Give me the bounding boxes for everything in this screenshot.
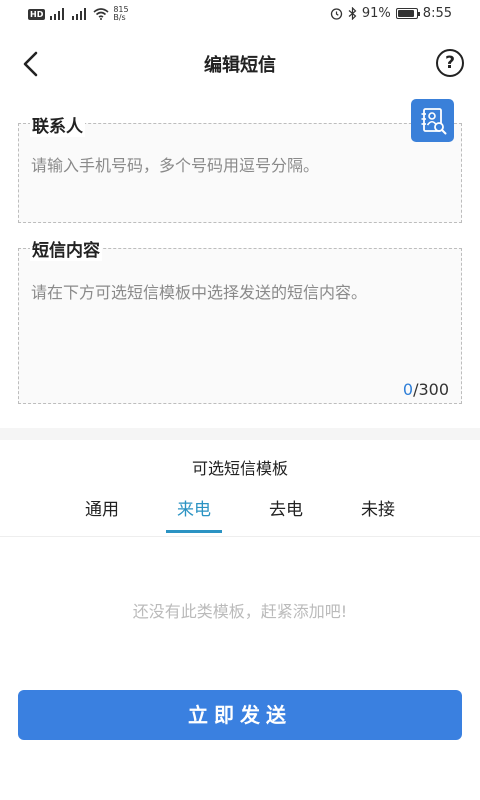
content-placeholder: 请在下方可选短信模板中选择发送的短信内容。 [31, 283, 368, 302]
content-label: 短信内容 [30, 236, 102, 261]
templates-title: 可选短信模板 [191, 459, 288, 478]
tabs-divider [0, 536, 480, 537]
send-now-button[interactable]: 立即发送 [18, 690, 462, 740]
contact-input[interactable]: 请输入手机号码，多个号码用逗号分隔。 [18, 123, 462, 223]
help-button[interactable]: ? [436, 49, 464, 77]
char-counter: 0/300 [403, 380, 449, 399]
question-icon: ? [445, 53, 455, 73]
wifi-icon [93, 8, 109, 20]
header: 编辑短信 ? [0, 36, 480, 92]
net-speed: 815 B/s [113, 6, 128, 22]
status-bar: HD 815 B/s 91% 8:55 [0, 0, 480, 30]
signal-icon [72, 8, 87, 20]
signal-icon [50, 8, 65, 20]
status-left: HD 815 B/s [28, 6, 129, 22]
contact-placeholder: 请输入手机号码，多个号码用逗号分隔。 [31, 156, 320, 175]
char-count-current: 0 [402, 380, 414, 399]
contact-label: 联系人 [30, 112, 85, 137]
char-count-max: /300 [413, 380, 449, 399]
template-tabs: 通用 来电 去电 未接 [56, 496, 436, 536]
alarm-icon [330, 8, 343, 20]
battery-percent: 91% [361, 6, 391, 21]
tab-incoming[interactable]: 来电 [148, 496, 240, 536]
message-content-input[interactable]: 请在下方可选短信模板中选择发送的短信内容。 0/300 [18, 248, 462, 404]
status-right: 91% 8:55 [330, 6, 452, 21]
clock: 8:55 [422, 6, 452, 21]
tab-missed[interactable]: 未接 [332, 496, 424, 536]
tab-outgoing[interactable]: 去电 [240, 496, 332, 536]
page-title: 编辑短信 [204, 55, 276, 76]
tab-general[interactable]: 通用 [56, 496, 148, 536]
battery-fill [397, 10, 414, 17]
contact-book-icon [421, 107, 446, 134]
section-divider [0, 428, 480, 440]
bluetooth-icon [348, 7, 357, 20]
net-speed-unit: B/s [113, 13, 126, 22]
empty-state-message: 还没有此类模板，赶紧添加吧! [132, 602, 348, 621]
contact-book-button[interactable] [411, 99, 454, 142]
battery-icon [395, 8, 420, 19]
hd-badge: HD [28, 8, 46, 20]
